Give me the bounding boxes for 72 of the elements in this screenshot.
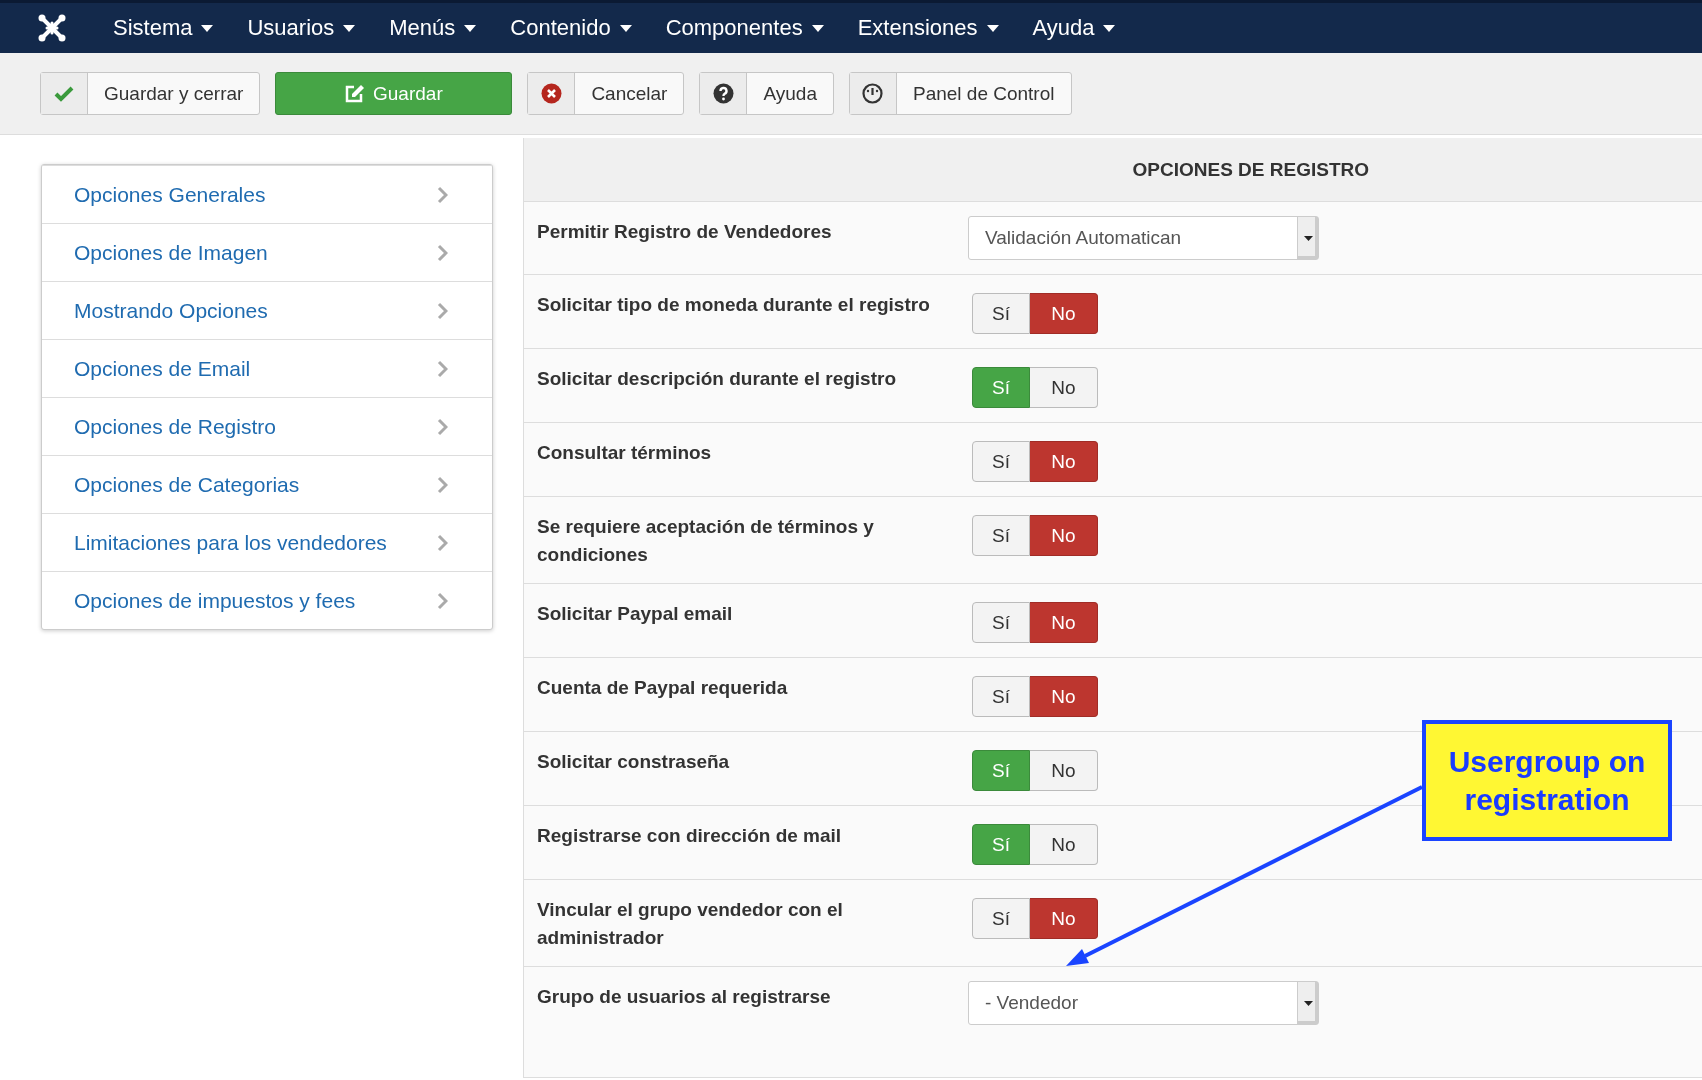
- menu-item[interactable]: Ayuda: [1015, 3, 1133, 53]
- sidebar-item[interactable]: Opciones de impuestos y fees: [42, 571, 492, 629]
- toggle-option[interactable]: Sí: [972, 676, 1030, 717]
- toggle-option[interactable]: Sí: [972, 602, 1030, 643]
- caret-icon: [619, 24, 632, 32]
- edit-icon: [345, 84, 365, 103]
- caret-icon: [1303, 1000, 1313, 1006]
- field-label: Solicitar descripción durante el registro: [537, 367, 897, 391]
- caret-icon: [1303, 235, 1313, 241]
- chevron-icon: [437, 591, 448, 610]
- caret-icon: [1103, 24, 1116, 32]
- close-icon: [540, 83, 562, 104]
- panel-title: OPCIONES DE REGISTRO: [1132, 158, 1369, 181]
- sidebar-item[interactable]: Opciones de Email: [42, 339, 492, 397]
- caret-icon: [201, 24, 214, 32]
- logo-icon[interactable]: [38, 14, 66, 42]
- toggle-option[interactable]: No: [1030, 515, 1098, 556]
- menu-item[interactable]: Componentes: [648, 3, 841, 53]
- chevron-icon: [437, 359, 448, 378]
- toggle-option[interactable]: Sí: [972, 441, 1030, 482]
- caret-icon: [343, 24, 356, 32]
- toggle-option[interactable]: No: [1030, 898, 1098, 939]
- chevron-icon: [437, 533, 448, 552]
- field-label: Solicitar constraseña: [537, 750, 731, 774]
- field-label: Consultar términos: [537, 441, 713, 465]
- field-label: Cuenta de Paypal requerida: [537, 676, 789, 700]
- field-label: Vincular el grupo vendedor con el administrador: [537, 898, 844, 950]
- field-label: Registrarse con dirección de mail: [537, 824, 843, 848]
- field-label: Grupo de usuarios al registrarse: [537, 985, 832, 1009]
- chevron-icon: [437, 243, 448, 262]
- field-label: Solicitar Paypal email: [537, 602, 734, 626]
- toggle-option[interactable]: No: [1030, 676, 1098, 717]
- chevron-icon: [437, 301, 448, 320]
- menu-item[interactable]: Menús: [372, 3, 494, 53]
- menu-item[interactable]: Sistema: [96, 3, 231, 53]
- sidebar-item[interactable]: Opciones de Registro: [42, 397, 492, 455]
- chevron-icon: [437, 417, 448, 436]
- chevron-icon: [437, 475, 448, 494]
- menu-item[interactable]: Contenido: [493, 3, 649, 53]
- toggle-option[interactable]: No: [1030, 824, 1098, 865]
- toggle-option[interactable]: No: [1030, 367, 1098, 408]
- toolbar-button[interactable]: Cancelar: [527, 72, 685, 115]
- sidebar-item[interactable]: Opciones de Imagen: [42, 223, 492, 281]
- sidebar-item[interactable]: Limitaciones para los vendedores: [42, 513, 492, 571]
- select-field[interactable]: Validación Automatican: [968, 216, 1319, 260]
- toggle-option[interactable]: Sí: [972, 515, 1030, 556]
- check-icon: [54, 85, 74, 102]
- toolbar-button[interactable]: Ayuda: [699, 72, 834, 115]
- callout-note: Usergroup on registration: [1422, 720, 1672, 841]
- field-label: Se requiere aceptación de términos y condiciones: [537, 515, 875, 567]
- caret-icon: [811, 24, 824, 32]
- toggle-option[interactable]: No: [1030, 293, 1098, 334]
- toggle-option[interactable]: Sí: [972, 293, 1030, 334]
- caret-icon: [986, 24, 999, 32]
- toggle-option[interactable]: No: [1030, 441, 1098, 482]
- toolbar-button[interactable]: Guardar y cerrar: [40, 72, 261, 115]
- field-label: Permitir Registro de Vendedores: [537, 220, 833, 244]
- sidebar-item[interactable]: Opciones Generales: [42, 165, 492, 223]
- sidebar-item[interactable]: Opciones de Categorias: [42, 455, 492, 513]
- menu-item[interactable]: Usuarios: [230, 3, 373, 53]
- caret-icon: [464, 24, 477, 32]
- sidebar-item[interactable]: Mostrando Opciones: [42, 281, 492, 339]
- chevron-icon: [437, 185, 448, 204]
- dashboard-icon: [862, 83, 884, 104]
- help-icon: [712, 83, 734, 104]
- toolbar-button[interactable]: Panel de Control: [848, 72, 1072, 115]
- select-field[interactable]: - Vendedor: [968, 981, 1319, 1025]
- toggle-option[interactable]: No: [1030, 750, 1098, 791]
- toggle-option[interactable]: No: [1030, 602, 1098, 643]
- field-label: Solicitar tipo de moneda durante el registro: [537, 293, 931, 317]
- toggle-option[interactable]: Sí: [972, 898, 1030, 939]
- menu-item[interactable]: Extensiones: [840, 3, 1016, 53]
